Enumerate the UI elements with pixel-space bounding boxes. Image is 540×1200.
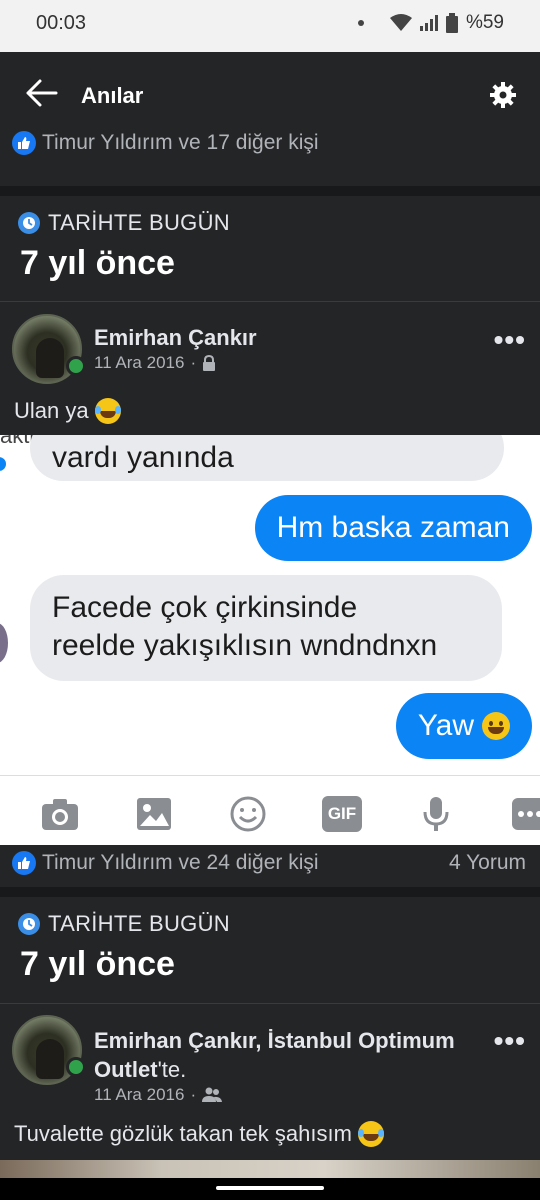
emoji-icon <box>230 796 266 832</box>
message-bubble-received: Facede çok çirkinsinde reelde yakışıklıs… <box>30 575 502 681</box>
clock-icon <box>18 212 40 234</box>
previous-post-likes: Timur Yıldırım ve 17 diğer kişi <box>0 122 540 186</box>
likes-text[interactable]: Timur Yıldırım ve 24 diğer kişi <box>42 851 319 875</box>
years-ago: 7 yıl önce <box>20 945 175 983</box>
page-title: Anılar <box>81 83 144 108</box>
battery-percent: %59 <box>465 12 504 33</box>
post-date[interactable]: 11 Ara 2016 <box>94 1085 184 1105</box>
separator-dot: · <box>190 353 197 372</box>
section-label: TARİHTE BUGÜN <box>48 210 230 235</box>
next-post-image <box>0 1160 540 1178</box>
message-bubble-sent: Yaw <box>395 693 532 759</box>
wifi-icon <box>389 14 412 31</box>
like-icon <box>12 851 36 875</box>
status-bar: 00:03 %59 <box>0 0 540 52</box>
post-text: Ulan ya <box>14 398 89 423</box>
author-line: Emirhan Çankır, İstanbul Optimum Outlet'… <box>94 1026 474 1084</box>
gear-icon[interactable] <box>490 82 516 108</box>
back-arrow-icon[interactable] <box>24 78 58 108</box>
more-icon <box>512 798 540 830</box>
separator <box>0 1003 540 1004</box>
camera-icon <box>42 799 78 830</box>
smile-emoji-icon <box>482 712 510 740</box>
clock-icon <box>18 913 40 935</box>
memory-card-1: TARİHTE BUGÜN 7 yıl önce Emirhan Çankır … <box>0 196 540 435</box>
place-suffix: 'te. <box>157 1057 187 1082</box>
battery-icon <box>445 13 458 33</box>
message-bubble-partial: vardı yanında <box>30 435 504 481</box>
separator <box>0 301 540 302</box>
comments-count[interactable]: 4 Yorum <box>449 851 526 875</box>
signal-icon <box>419 15 438 31</box>
laughing-emoji-icon <box>357 1121 384 1147</box>
lock-icon <box>203 355 216 371</box>
status-right: %59 <box>357 12 504 34</box>
more-options-icon[interactable]: ••• <box>494 324 526 356</box>
post-image[interactable]: aktii vardı yanında Hm baska zaman Faced… <box>0 435 540 845</box>
author-name[interactable]: Emirhan Çankır <box>94 325 257 351</box>
like-icon <box>12 131 36 155</box>
memory-card-2: TARİHTE BUGÜN 7 yıl önce Emirhan Çankır,… <box>0 897 540 1160</box>
likes-text[interactable]: Timur Yıldırım ve 17 diğer kişi <box>42 131 319 155</box>
post-date[interactable]: 11 Ara 2016 <box>94 353 184 373</box>
gif-icon: GIF <box>322 796 362 832</box>
separator-dot: · <box>190 1085 197 1104</box>
message-bubble-sent: Hm baska zaman <box>254 495 532 561</box>
online-indicator <box>66 356 86 376</box>
gesture-bar <box>0 1160 540 1200</box>
post-text: Tuvalette gözlük takan tek şahısım <box>14 1121 352 1146</box>
read-receipt-icon <box>0 457 6 471</box>
image-icon <box>137 798 171 830</box>
author-sep: , <box>255 1028 268 1053</box>
years-ago: 7 yıl önce <box>20 244 175 282</box>
friends-icon <box>202 1087 223 1102</box>
divider <box>0 887 540 897</box>
post-reactions-bar: Timur Yıldırım ve 24 diğer kişi 4 Yorum <box>0 845 540 887</box>
home-gesture-handle[interactable] <box>216 1186 324 1190</box>
chat-toolbar: GIF <box>0 775 540 845</box>
laughing-emoji-icon <box>94 398 121 424</box>
divider <box>0 186 540 196</box>
notification-dot-icon <box>357 20 364 26</box>
author-name[interactable]: Emirhan Çankır <box>94 1028 255 1053</box>
mic-icon <box>423 797 449 831</box>
more-options-icon[interactable]: ••• <box>494 1025 526 1057</box>
online-indicator <box>66 1057 86 1077</box>
sender-avatar <box>0 623 8 663</box>
status-time: 00:03 <box>36 12 87 34</box>
section-label: TARİHTE BUGÜN <box>48 911 230 936</box>
